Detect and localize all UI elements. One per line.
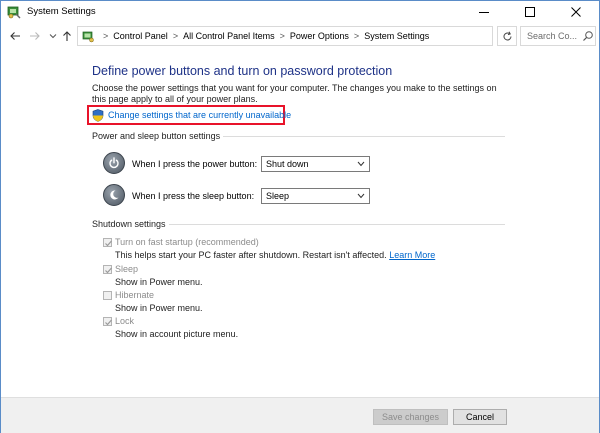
forward-button[interactable] [27, 28, 43, 44]
chevron-down-icon [49, 34, 57, 39]
moon-icon [110, 190, 119, 200]
maximize-button[interactable] [507, 1, 553, 23]
fast-startup-description: This helps start your PC faster after sh… [115, 250, 435, 260]
breadcrumb-separator-icon: > [103, 31, 109, 41]
hibernate-option-label: Hibernate [115, 290, 155, 300]
chevron-down-icon [357, 193, 365, 199]
page-description: Choose the power settings that you want … [92, 83, 497, 104]
system-settings-window: System Settings > Control Panel > All Co… [0, 0, 600, 433]
lock-checkbox[interactable] [103, 317, 112, 326]
close-icon [571, 7, 581, 17]
dialog-footer: Save changes Cancel [1, 397, 599, 433]
arrow-up-icon [63, 31, 71, 41]
power-button-label: When I press the power button: [132, 159, 258, 169]
window-title: System Settings [27, 6, 96, 17]
refresh-button[interactable] [497, 26, 517, 46]
minimize-icon [479, 12, 489, 13]
breadcrumb-system-settings[interactable]: System Settings [364, 31, 429, 41]
breadcrumb-separator-icon: > [172, 31, 179, 41]
control-panel-icon [82, 31, 94, 43]
checkmark-icon [105, 267, 112, 274]
lock-option-description: Show in account picture menu. [115, 329, 239, 339]
breadcrumb-separator-icon: > [353, 31, 360, 41]
power-button-badge [103, 152, 125, 174]
address-bar[interactable]: > Control Panel > All Control Panel Items > P… [77, 26, 567, 46]
hibernate-option-description: Show in Power menu. [115, 303, 203, 313]
search-input[interactable]: Search Co... [520, 26, 596, 46]
learn-more-link[interactable]: Learn More [389, 250, 435, 260]
change-settings-link[interactable]: Change settings that are currently unava… [108, 110, 291, 120]
search-icon [583, 31, 593, 41]
sleep-checkbox[interactable] [103, 265, 112, 274]
checkmark-icon [105, 240, 112, 247]
uac-shield-icon [92, 109, 104, 122]
sleep-button-action-value: Sleep [266, 191, 290, 201]
arrow-left-icon [10, 32, 20, 40]
power-button-action-select[interactable]: Shut down [261, 156, 370, 172]
sleep-option-description: Show in Power menu. [115, 277, 203, 287]
breadcrumb-power-options[interactable]: Power Options [290, 31, 349, 41]
sleep-button-label: When I press the sleep button: [132, 191, 255, 201]
lock-option-label: Lock [115, 316, 135, 326]
title-bar[interactable]: System Settings [1, 1, 599, 23]
shutdown-section-title: Shutdown settings [92, 219, 166, 229]
arrow-right-icon [30, 32, 40, 40]
power-section-divider [223, 136, 505, 137]
maximize-icon [525, 7, 535, 17]
search-placeholder: Search Co... [527, 31, 578, 41]
page-title: Define power buttons and turn on passwor… [92, 64, 393, 78]
cancel-button[interactable]: Cancel [453, 409, 507, 425]
sleep-option-label: Sleep [115, 264, 139, 274]
hibernate-checkbox[interactable] [103, 291, 112, 300]
sleep-button-action-select[interactable]: Sleep [261, 188, 370, 204]
breadcrumb: > Control Panel > All Control Panel Items > P… [98, 31, 429, 41]
chevron-down-icon [357, 161, 365, 167]
change-settings-highlight: Change settings that are currently unava… [87, 105, 291, 125]
checkmark-icon [105, 319, 112, 326]
fast-startup-label: Turn on fast startup (recommended) [115, 237, 259, 247]
power-section-title: Power and sleep button settings [92, 131, 221, 141]
minimize-button[interactable] [461, 1, 507, 23]
refresh-icon [503, 31, 511, 40]
breadcrumb-control-panel[interactable]: Control Panel [113, 31, 168, 41]
fast-startup-checkbox[interactable] [103, 238, 112, 247]
back-button[interactable] [7, 28, 23, 44]
close-button[interactable] [553, 1, 599, 23]
sleep-button-badge [103, 184, 125, 206]
power-button-action-value: Shut down [266, 159, 309, 169]
fast-startup-desc-text: This helps start your PC faster after sh… [115, 250, 387, 260]
up-button[interactable] [59, 28, 75, 44]
breadcrumb-separator-icon: > [279, 31, 285, 41]
navigation-bar: > Control Panel > All Control Panel Items > P… [1, 23, 599, 49]
save-changes-button[interactable]: Save changes [373, 409, 448, 425]
power-options-app-icon [7, 6, 21, 19]
breadcrumb-all-items[interactable]: All Control Panel Items [183, 31, 275, 41]
shutdown-section-divider [169, 224, 505, 225]
power-icon [109, 157, 119, 169]
